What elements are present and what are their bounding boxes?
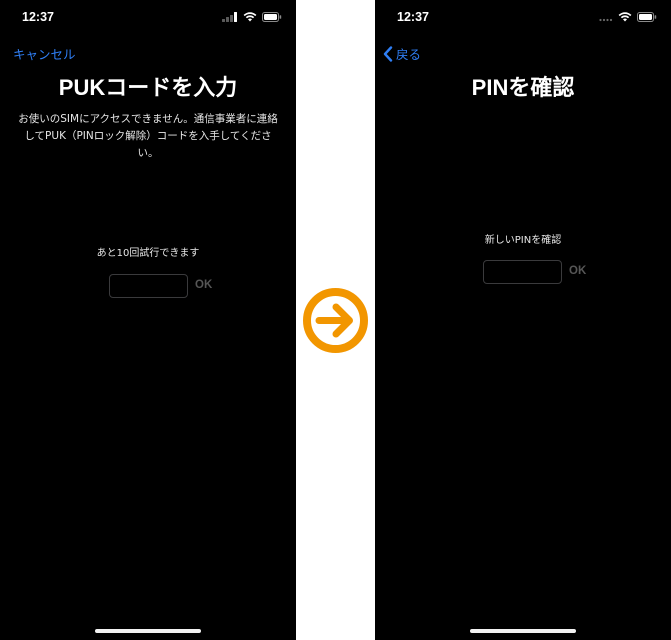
status-icons — [599, 12, 657, 22]
puk-entry-screen: 12:37 キャンセル PUKコードを入力 お使いのSIMにアクセスできません。… — [0, 0, 296, 640]
page-title: PINを確認 — [471, 75, 575, 100]
attempts-remaining-label: あと10回試行できます — [96, 248, 200, 259]
status-bar: 12:37 — [0, 0, 296, 36]
pin-code-field[interactable] — [483, 260, 562, 284]
status-time: 12:37 — [22, 10, 54, 24]
status-icons — [222, 12, 282, 22]
home-indicator[interactable] — [95, 629, 201, 633]
back-button[interactable]: 戻る — [383, 44, 421, 63]
cellular-signal-icon — [222, 12, 237, 22]
battery-icon — [262, 12, 282, 22]
pin-confirm-screen: 12:37 戻る PINを確認 新しいPINを確認 OK — [375, 0, 671, 640]
puk-code-field[interactable] — [109, 274, 188, 298]
confirm-new-pin-label: 新しいPINを確認 — [484, 235, 562, 246]
cancel-label: キャンセル — [13, 47, 76, 62]
instruction-text: お使いのSIMにアクセスできません。通信事業者に連絡してPUK（PINロック解除… — [18, 113, 278, 159]
battery-icon — [637, 12, 657, 22]
status-time: 12:37 — [397, 10, 429, 24]
status-bar: 12:37 — [375, 0, 671, 36]
home-indicator[interactable] — [470, 629, 576, 633]
chevron-left-icon — [383, 45, 393, 62]
cancel-button[interactable]: キャンセル — [13, 44, 76, 63]
page-title: PUKコードを入力 — [58, 75, 238, 100]
back-label: 戻る — [396, 47, 422, 62]
ok-button[interactable]: OK — [569, 265, 586, 277]
no-service-dots-icon — [599, 18, 613, 22]
wifi-icon — [618, 12, 632, 22]
wifi-icon — [243, 12, 257, 22]
ok-button[interactable]: OK — [195, 279, 212, 291]
right-arrow-circle-icon — [303, 288, 368, 353]
